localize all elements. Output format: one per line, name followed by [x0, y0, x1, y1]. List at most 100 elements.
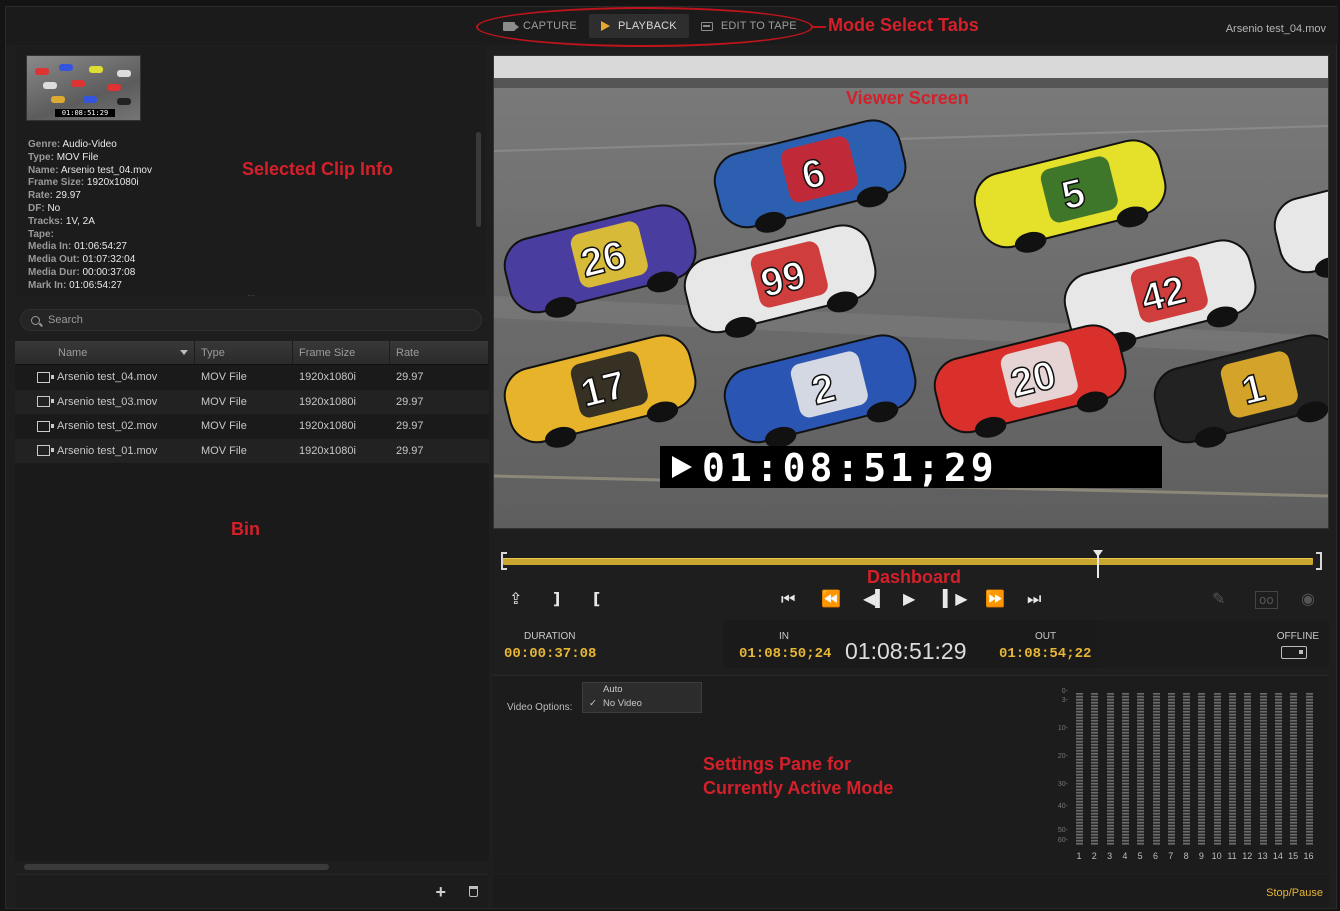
mark-in-button[interactable]: [: [593, 591, 600, 607]
clip-info-value: Audio-Video: [62, 139, 117, 150]
bin-row[interactable]: Arsenio test_01.mov MOV File 1920x1080i 29.…: [15, 438, 489, 464]
clip-info-key: Name:: [28, 164, 59, 176]
fast-forward-icon[interactable]: ⏩: [985, 591, 1005, 607]
settings-pane: Video Options: Auto ✓ No Video Settings P…: [493, 675, 1329, 873]
thumb-car: [71, 80, 85, 87]
bin-row[interactable]: Arsenio test_03.mov MOV File 1920x1080i 29.…: [15, 389, 489, 414]
top-bar: CAPTURE PLAYBACK EDIT TO TAPE Mode Selec…: [6, 7, 1338, 47]
option-no-video[interactable]: ✓ No Video: [583, 697, 701, 711]
clip-info-key: Tape:: [28, 228, 54, 240]
clip-info-value: 1V, 2A: [65, 215, 95, 227]
cell-frame-size: 1920x1080i: [299, 444, 356, 457]
annotation-viewer: Viewer Screen: [846, 88, 969, 108]
duration-box: DURATION 00:00:37:08: [493, 620, 723, 668]
cell-type: MOV File: [201, 371, 247, 384]
in-timecode[interactable]: 01:08:50;24: [739, 646, 831, 662]
thumb-car: [107, 84, 121, 91]
thumb-car: [59, 64, 73, 71]
play-button-icon[interactable]: ▶: [903, 591, 915, 607]
audio-channel-label: 13: [1257, 851, 1268, 861]
clip-info-key: Media Out:: [28, 254, 80, 266]
clip-info-row: Rate: 29.97: [28, 190, 152, 203]
bin-horizontal-scrollbar[interactable]: [24, 864, 329, 870]
cell-frame-size: 1920x1080i: [299, 420, 356, 433]
film-clip-icon: [37, 420, 54, 432]
column-type[interactable]: Type: [195, 341, 293, 364]
clip-info-value: 01:07:32:04: [82, 254, 136, 266]
clip-info-panel: 01:08:51:29 Genre: Audio-Video Type: MOV …: [16, 47, 486, 295]
clip-thumbnail[interactable]: 01:08:51:29: [26, 55, 141, 121]
audio-meter-bar: [1076, 693, 1083, 845]
meter-scale-label: 40-: [1057, 803, 1068, 810]
bin-row[interactable]: Arsenio test_02.mov MOV File 1920x1080i 29.…: [15, 414, 489, 439]
export-icon[interactable]: ⇪: [509, 591, 522, 607]
cell-rate: 29.97: [396, 395, 424, 408]
record-icon[interactable]: ◉: [1301, 591, 1315, 607]
cell-type: MOV File: [201, 395, 247, 408]
step-back-icon[interactable]: ◀▍: [863, 591, 888, 607]
bin-row[interactable]: Arsenio test_04.mov MOV File 1920x1080i 29.…: [15, 365, 489, 390]
clip-info-value: 01:06:54:27: [74, 241, 127, 253]
scrub-bar[interactable]: [503, 558, 1313, 565]
clip-info-row: Media Out: 01:07:32:04: [28, 254, 152, 267]
add-clip-button[interactable]: +: [435, 883, 446, 901]
go-to-end-icon[interactable]: ⏭: [1027, 591, 1041, 607]
audio-channel-label: 9: [1198, 851, 1204, 861]
meter-scale-label: 20-: [1057, 753, 1068, 760]
audio-meter-bar: [1121, 693, 1129, 845]
bin-footer: +: [16, 874, 488, 908]
tape-deck-icon[interactable]: oo: [1255, 591, 1278, 609]
current-timecode[interactable]: 01:08:51:29: [845, 638, 967, 665]
clip-info-value: 1920x1080i: [86, 177, 139, 189]
cell-name: Arsenio test_01.mov: [15, 439, 195, 464]
audio-meter-bar: [1167, 693, 1175, 845]
panel-splitter[interactable]: ...: [16, 290, 486, 301]
option-auto[interactable]: Auto: [583, 683, 701, 697]
scrub-end-bracket: [1316, 552, 1322, 570]
burned-in-timecode: 01:08:51;29: [702, 446, 998, 490]
video-options-label: Video Options:: [507, 702, 573, 713]
audio-channel-label: 16: [1303, 851, 1314, 861]
playhead[interactable]: [1093, 550, 1104, 578]
column-name[interactable]: Name: [15, 341, 195, 364]
rewind-icon[interactable]: ⏪: [821, 591, 841, 607]
search-icon: [31, 315, 40, 325]
step-forward-icon[interactable]: ▍▶: [943, 591, 968, 607]
video-options-dropdown[interactable]: Auto ✓ No Video: [582, 682, 702, 713]
annotation-settings-line1: Settings Pane for: [703, 754, 852, 774]
clip-info-key: Frame Size:: [28, 177, 85, 189]
out-timecode[interactable]: 01:08:54;22: [999, 646, 1091, 662]
audio-channel-label: 3: [1107, 851, 1113, 861]
audio-channel-label: 12: [1242, 851, 1253, 861]
cell-name-text: Arsenio test_01.mov: [57, 444, 158, 457]
film-clip-icon: [37, 371, 54, 383]
column-rate[interactable]: Rate: [390, 341, 489, 364]
go-to-start-icon[interactable]: ⏮: [781, 591, 795, 607]
trash-icon[interactable]: [469, 886, 478, 897]
annotation-clip-info: Selected Clip Info: [242, 159, 394, 179]
file-title: Arsenio test_04.mov: [1225, 23, 1326, 35]
column-frame-size[interactable]: Frame Size: [293, 341, 390, 364]
audio-meter-bar: [1152, 693, 1160, 845]
app-window: CAPTURE PLAYBACK EDIT TO TAPE Mode Selec…: [5, 6, 1338, 909]
viewer-screen[interactable]: 652699421722016 01:08:51;29 Viewer Scree…: [493, 55, 1329, 529]
clip-info-scrollbar[interactable]: [476, 132, 481, 227]
annotation-leader: [811, 26, 826, 28]
clip-info-value: 00:00:37:08: [82, 266, 136, 278]
cell-rate: 29.97: [396, 371, 424, 384]
in-label: IN: [779, 631, 789, 642]
sort-desc-icon: [180, 350, 188, 355]
cell-name: Arsenio test_04.mov: [15, 365, 195, 390]
audio-meter-bar: [1106, 693, 1114, 845]
in-out-box: IN 01:08:50;24 01:08:51:29 OUT 01:08:54;…: [725, 620, 1097, 668]
cell-rate: 29.97: [396, 420, 424, 433]
search-input[interactable]: [48, 314, 448, 326]
clip-info-key: Rate:: [28, 190, 54, 202]
pencil-icon[interactable]: ✎: [1212, 591, 1225, 607]
audio-channel-label: 11: [1227, 851, 1237, 861]
thumb-car: [117, 70, 131, 77]
bin-header: Name Type Frame Size Rate: [15, 341, 489, 365]
audio-meter-bar: [1274, 693, 1282, 845]
column-name-label: Name: [58, 346, 88, 359]
mark-out-button[interactable]: ]: [553, 591, 560, 607]
